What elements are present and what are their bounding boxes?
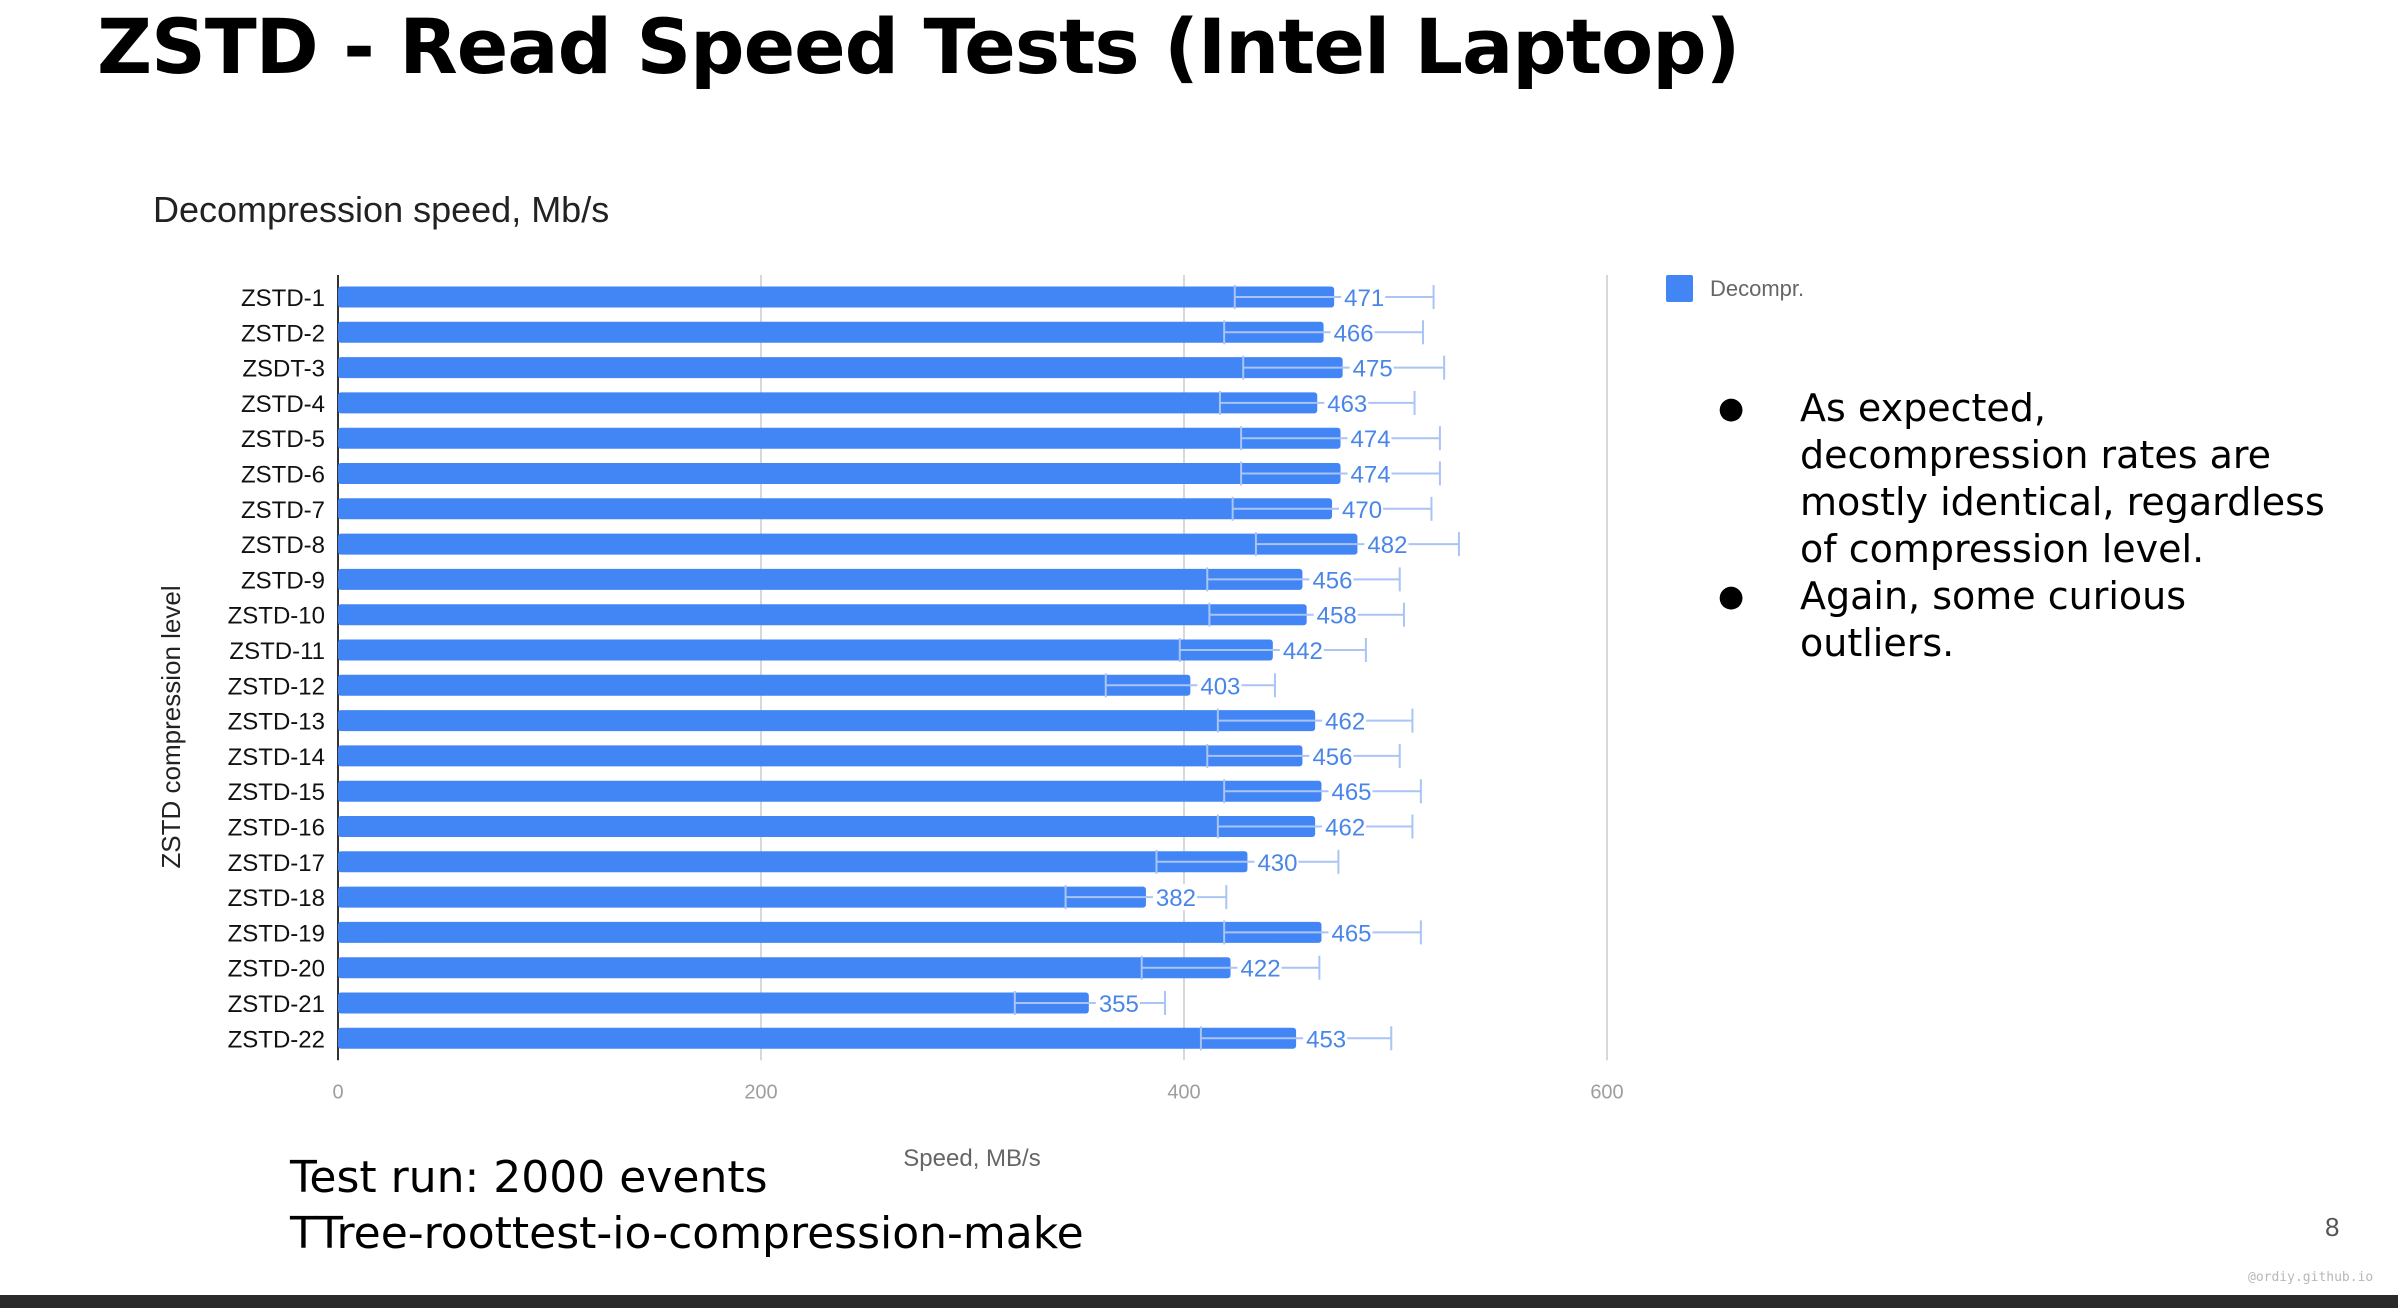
- data-label: 462: [1325, 815, 1365, 842]
- category-label: ZSTD-18: [228, 885, 325, 912]
- bar: [338, 851, 1248, 873]
- category-label: ZSTD-11: [229, 638, 325, 665]
- category-label: ZSTD-17: [228, 850, 325, 877]
- bar: [338, 816, 1316, 837]
- credit-watermark: @ordiy.github.io: [2248, 1270, 2374, 1285]
- category-label: ZSTD-5: [241, 426, 325, 453]
- y-axis-label: ZSTD compression level: [156, 585, 186, 868]
- data-label: 475: [1353, 356, 1393, 383]
- x-tick-label: 0: [332, 1081, 343, 1103]
- test-name-line: TTree-roottest-io-compression-make: [290, 1208, 1084, 1259]
- x-axis-ticks: 0 200 400 600: [332, 1081, 1623, 1103]
- category-label: ZSTD-21: [228, 991, 325, 1018]
- bar: [338, 992, 1089, 1014]
- category-label: ZSTD-6: [241, 462, 325, 489]
- data-label: 474: [1351, 462, 1391, 489]
- category-label: ZSTD-9: [241, 567, 325, 594]
- bar: [338, 921, 1322, 943]
- data-label: 403: [1200, 673, 1240, 700]
- data-label: 465: [1331, 779, 1371, 806]
- bullet-item: ● Again, some curious outliers.: [1700, 573, 2340, 667]
- bottom-bar: [0, 1295, 2398, 1308]
- x-tick-label: 600: [1590, 1081, 1623, 1103]
- legend-label: Decompr.: [1710, 276, 1804, 301]
- bar: [338, 957, 1231, 979]
- bar: [338, 498, 1333, 520]
- data-label: 453: [1306, 1026, 1346, 1053]
- data-label: 458: [1317, 603, 1357, 630]
- data-label: 456: [1312, 567, 1352, 594]
- bar: [338, 710, 1316, 732]
- x-tick-label: 400: [1167, 1081, 1200, 1103]
- category-label: ZSTD-22: [228, 1026, 325, 1053]
- category-label: ZSTD-4: [241, 391, 325, 418]
- category-label: ZSTD-16: [228, 815, 325, 842]
- data-label: 466: [1334, 320, 1374, 347]
- category-label: ZSTD-12: [228, 673, 325, 700]
- data-label: 474: [1351, 426, 1391, 453]
- bar: [338, 286, 1335, 308]
- data-label: 382: [1156, 885, 1196, 912]
- category-label: ZSTD-8: [241, 532, 325, 559]
- bullet-text: Again, some curious outliers.: [1800, 574, 2187, 665]
- data-label: 463: [1327, 391, 1367, 418]
- bullet-dot-icon: ●: [1718, 579, 1745, 614]
- category-label: ZSTD-7: [241, 497, 325, 524]
- bullet-item: ● As expected, decompression rates are m…: [1700, 385, 2340, 573]
- bar: [338, 321, 1324, 343]
- data-label: 355: [1099, 991, 1139, 1018]
- data-label: 456: [1312, 744, 1352, 771]
- category-label: ZSTD-10: [228, 603, 325, 630]
- bar: [338, 533, 1358, 555]
- bar: [338, 639, 1273, 661]
- category-label: ZSTD-15: [228, 779, 325, 806]
- bullet-dot-icon: ●: [1718, 391, 1745, 426]
- bar: [338, 463, 1341, 484]
- category-label: ZSDT-3: [242, 356, 325, 383]
- data-label: 422: [1241, 956, 1281, 983]
- category-label: ZSTD-1: [241, 285, 325, 312]
- bar: [338, 427, 1341, 449]
- test-run-note: Test run: 2000 events TTree-roottest-io-…: [290, 1150, 1084, 1262]
- bullet-text: As expected, decompression rates are mos…: [1800, 386, 2325, 571]
- category-label: ZSTD-20: [228, 956, 325, 983]
- chart-legend: Decompr.: [1666, 275, 1804, 302]
- bar: [338, 604, 1307, 626]
- bar: [338, 745, 1303, 767]
- data-label: 470: [1342, 497, 1382, 524]
- test-run-line: Test run: 2000 events: [290, 1152, 768, 1203]
- bar: [338, 1027, 1297, 1049]
- data-label: 465: [1331, 920, 1371, 947]
- legend-swatch: [1666, 275, 1693, 302]
- category-label: ZSTD-14: [228, 744, 325, 771]
- category-label: ZSTD-2: [241, 320, 325, 347]
- category-label: ZSTD-13: [228, 709, 325, 736]
- chart-bars: 471 466 475 463 474 474 470 482 456 458 442 403 462 4…: [338, 284, 1460, 1053]
- bar: [338, 674, 1191, 696]
- chart-title: Decompression speed, Mb/s: [153, 189, 609, 230]
- data-label: 430: [1257, 850, 1297, 877]
- bar: [338, 357, 1343, 379]
- page-number: 8: [2325, 1212, 2340, 1242]
- bar: [338, 568, 1303, 590]
- bar: [338, 780, 1322, 802]
- bullet-list: ● As expected, decompression rates are m…: [1700, 385, 2340, 667]
- data-label: 482: [1367, 532, 1407, 559]
- bar: [338, 886, 1146, 908]
- category-label: ZSTD-19: [228, 920, 325, 947]
- data-label: 442: [1283, 638, 1323, 665]
- bar: [338, 392, 1318, 414]
- category-labels: ZSTD-1 ZSTD-2 ZSDT-3 ZSTD-4 ZSTD-5 ZSTD-6 ZSTD…: [228, 285, 325, 1053]
- x-tick-label: 200: [744, 1081, 777, 1103]
- data-label: 471: [1344, 285, 1384, 312]
- data-label: 462: [1325, 709, 1365, 736]
